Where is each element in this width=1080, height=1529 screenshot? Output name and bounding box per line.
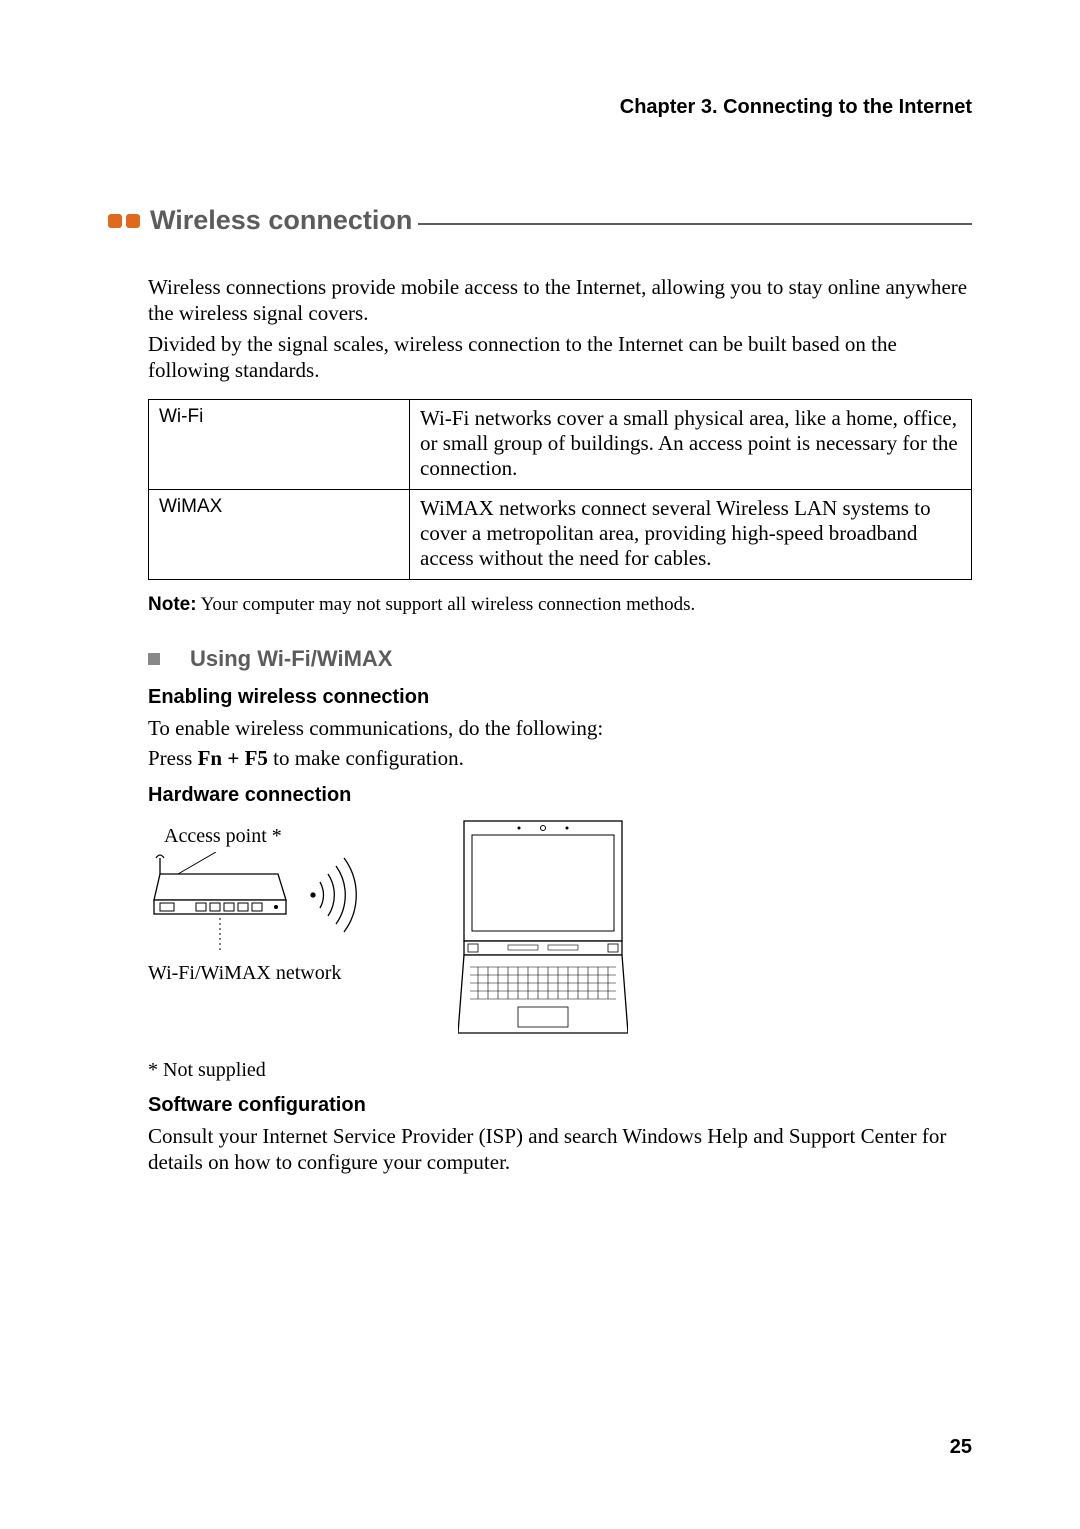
hardware-heading: Hardware connection bbox=[148, 784, 972, 807]
chapter-header: Chapter 3. Connecting to the Internet bbox=[108, 96, 972, 119]
access-point-icon bbox=[148, 852, 378, 952]
square-bullet-icon bbox=[148, 653, 160, 665]
section-title: Wireless connection bbox=[150, 205, 412, 236]
section-bullet-icon bbox=[108, 214, 140, 228]
enable-paragraph-1: To enable wireless communications, do th… bbox=[148, 715, 972, 741]
wifi-desc: Wi-Fi networks cover a small physical ar… bbox=[410, 400, 972, 490]
body-block: Wireless connections provide mobile acce… bbox=[148, 274, 972, 1175]
intro-paragraph-2: Divided by the signal scales, wireless c… bbox=[148, 331, 972, 384]
note-line: Note: Your computer may not support all … bbox=[148, 594, 972, 616]
table-row: Wi-Fi Wi-Fi networks cover a small physi… bbox=[149, 400, 972, 490]
section-rule bbox=[418, 223, 972, 225]
enable-paragraph-2: Press Fn + F5 to make configuration. bbox=[148, 745, 972, 771]
wifi-label: Wi-Fi bbox=[149, 400, 410, 490]
section-title-row: Wireless connection bbox=[108, 205, 972, 236]
footnote: * Not supplied bbox=[148, 1059, 972, 1082]
note-label: Note: bbox=[148, 594, 197, 615]
page: Chapter 3. Connecting to the Internet Wi… bbox=[0, 0, 1080, 1529]
laptop-icon bbox=[458, 817, 628, 1037]
software-heading: Software configuration bbox=[148, 1094, 972, 1117]
standards-table: Wi-Fi Wi-Fi networks cover a small physi… bbox=[148, 399, 972, 580]
enable-heading: Enabling wireless connection bbox=[148, 686, 972, 709]
wimax-label: WiMAX bbox=[149, 490, 410, 580]
intro-paragraph-1: Wireless connections provide mobile acce… bbox=[148, 274, 972, 327]
table-row: WiMAX WiMAX networks connect several Wir… bbox=[149, 490, 972, 580]
software-paragraph: Consult your Internet Service Provider (… bbox=[148, 1123, 972, 1176]
note-text: Your computer may not support all wirele… bbox=[201, 594, 696, 615]
subsection-title: Using Wi-Fi/WiMAX bbox=[190, 646, 392, 672]
enable-text-a: Press bbox=[148, 746, 198, 770]
page-number: 25 bbox=[950, 1436, 972, 1459]
enable-text-b: to make configuration. bbox=[268, 746, 464, 770]
network-label: Wi-Fi/WiMAX network bbox=[148, 962, 408, 985]
access-point-label: Access point * bbox=[164, 825, 408, 848]
hardware-diagram-row: Access point * bbox=[148, 817, 972, 1037]
subsection-row: Using Wi-Fi/WiMAX bbox=[148, 646, 972, 672]
keyboard-shortcut: Fn + F5 bbox=[198, 746, 268, 770]
access-point-diagram: Access point * bbox=[148, 817, 408, 985]
wimax-desc: WiMAX networks connect several Wireless … bbox=[410, 490, 972, 580]
